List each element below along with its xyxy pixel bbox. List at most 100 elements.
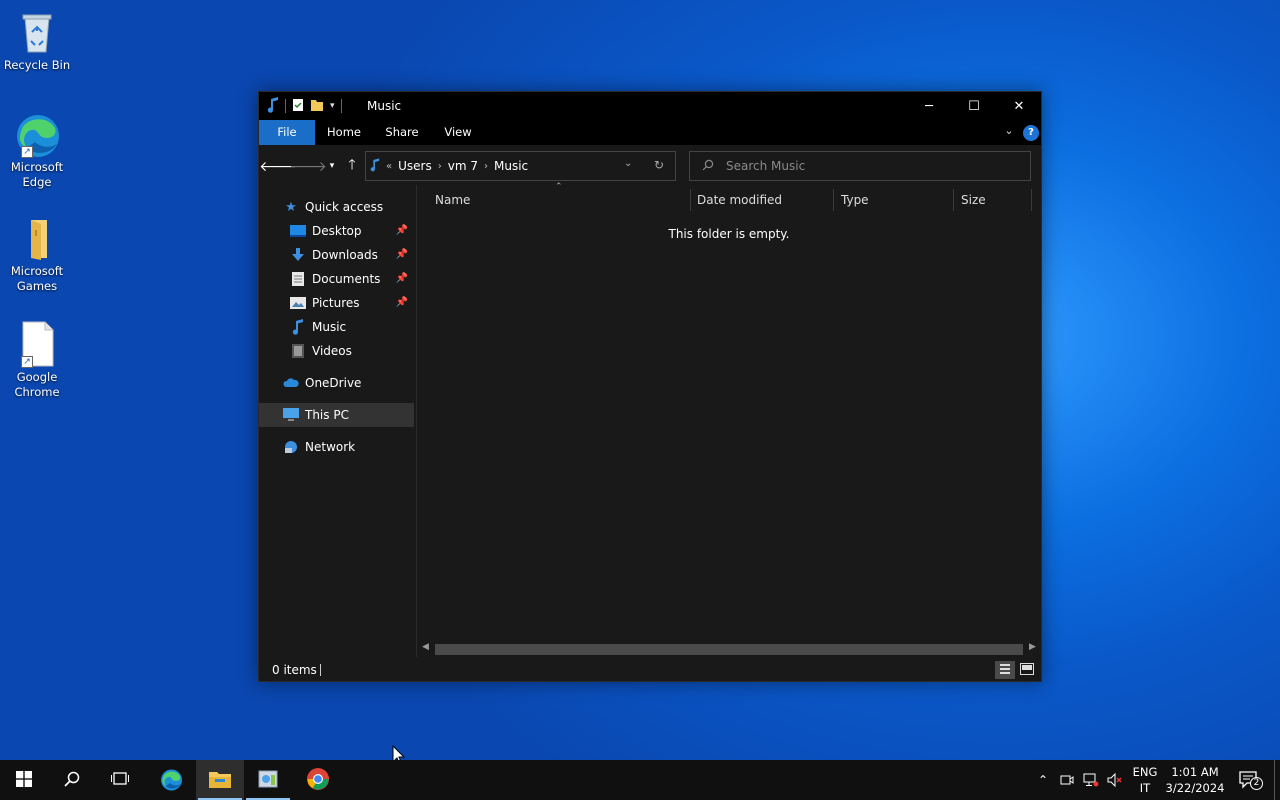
toolbar-separator bbox=[340, 99, 342, 113]
cloud-icon bbox=[283, 375, 299, 391]
pin-icon[interactable]: 📌 bbox=[396, 249, 408, 260]
clock-time: 1:01 AM bbox=[1171, 765, 1219, 779]
nav-item-network[interactable]: Network bbox=[259, 435, 414, 459]
language-indicator[interactable]: ENG IT bbox=[1130, 764, 1160, 796]
forward-button[interactable]: 🡒 bbox=[289, 155, 327, 177]
desktop-icon-recycle-bin[interactable]: Recycle Bin bbox=[2, 8, 72, 73]
refresh-icon[interactable]: ↻ bbox=[654, 158, 664, 172]
breadcrumb-vm7[interactable]: vm 7 bbox=[448, 159, 478, 173]
nav-item-videos[interactable]: Videos bbox=[259, 339, 414, 363]
details-view-button[interactable] bbox=[995, 661, 1015, 679]
system-clock[interactable]: 1:01 AM 3/22/2024 bbox=[1163, 764, 1227, 796]
toolbar-separator bbox=[285, 99, 286, 113]
edge-icon: ↗ bbox=[13, 110, 61, 158]
search-input[interactable] bbox=[726, 159, 1016, 173]
pin-icon[interactable]: 📌 bbox=[396, 273, 408, 284]
up-button[interactable]: 🡑 bbox=[341, 155, 363, 177]
desktop-icon-google-chrome[interactable]: ↗ Google Chrome bbox=[2, 320, 72, 400]
taskbar-edge-button[interactable] bbox=[147, 760, 195, 800]
recycle-bin-icon bbox=[13, 8, 61, 56]
taskbar-file-explorer-button[interactable] bbox=[196, 760, 244, 800]
nav-label: Downloads bbox=[312, 248, 378, 262]
arrow-up-icon: 🡑 bbox=[348, 157, 356, 173]
nav-item-this-pc[interactable]: This PC bbox=[259, 403, 414, 427]
help-icon[interactable]: ? bbox=[1023, 125, 1039, 141]
chrome-icon bbox=[306, 767, 330, 794]
star-icon: ★ bbox=[285, 199, 297, 215]
desktop-icon-microsoft-games[interactable]: Microsoft Games bbox=[2, 214, 72, 294]
address-history-chevron-icon[interactable]: ⌄ bbox=[624, 158, 632, 169]
action-center-button[interactable]: 2 bbox=[1237, 770, 1263, 790]
breadcrumb-music[interactable]: Music bbox=[494, 159, 528, 173]
taskbar: ⌃ ENG IT 1:01 AM 3/22/2024 2 bbox=[0, 760, 1280, 800]
download-arrow-icon bbox=[290, 247, 306, 263]
task-view-button[interactable] bbox=[96, 760, 144, 800]
nav-label: Desktop bbox=[312, 224, 362, 238]
meet-now-icon[interactable] bbox=[1057, 770, 1077, 790]
nav-item-onedrive[interactable]: OneDrive bbox=[259, 371, 414, 395]
start-button[interactable] bbox=[0, 760, 48, 800]
large-icons-view-button[interactable] bbox=[1017, 661, 1037, 679]
tab-home[interactable]: Home bbox=[321, 120, 367, 145]
nav-label: This PC bbox=[305, 408, 349, 422]
chevron-right-icon[interactable]: › bbox=[484, 161, 488, 172]
properties-icon[interactable] bbox=[292, 98, 304, 115]
close-button[interactable]: ✕ bbox=[996, 92, 1042, 120]
desktop-icon-label: Microsoft Edge bbox=[10, 160, 64, 189]
nav-item-documents[interactable]: Documents 📌 bbox=[259, 267, 414, 291]
column-divider[interactable] bbox=[1031, 189, 1032, 211]
nav-label: OneDrive bbox=[305, 376, 362, 390]
music-note-icon bbox=[290, 319, 306, 335]
pin-icon[interactable]: 📌 bbox=[396, 225, 408, 236]
scroll-right-icon[interactable]: ▶ bbox=[1029, 642, 1036, 652]
address-bar[interactable]: « Users › vm 7 › Music ⌄ ↻ bbox=[365, 151, 676, 181]
tab-file[interactable]: File bbox=[259, 120, 315, 145]
search-button[interactable] bbox=[48, 760, 96, 800]
nav-label: Pictures bbox=[312, 296, 360, 310]
nav-item-desktop[interactable]: Desktop 📌 bbox=[259, 219, 414, 243]
desktop-icon bbox=[290, 223, 306, 239]
tab-view[interactable]: View bbox=[435, 120, 481, 145]
column-header-name[interactable]: Name bbox=[427, 185, 689, 215]
title-bar[interactable]: ▾ Music ─ ☐ ✕ bbox=[259, 92, 1041, 120]
network-status-icon[interactable] bbox=[1081, 770, 1101, 790]
back-button[interactable]: 🡐 bbox=[259, 155, 297, 177]
volume-muted-icon[interactable] bbox=[1105, 770, 1125, 790]
nav-label: Videos bbox=[312, 344, 352, 358]
recent-locations-button[interactable]: ▾ bbox=[321, 155, 343, 177]
pin-icon[interactable]: 📌 bbox=[396, 297, 408, 308]
music-note-icon bbox=[370, 157, 380, 175]
shortcut-arrow-icon: ↗ bbox=[21, 356, 33, 368]
horizontal-scrollbar[interactable]: ◀ ▶ bbox=[417, 641, 1041, 658]
ribbon-tabs: File Home Share View ⌄ ? bbox=[259, 120, 1041, 145]
nav-item-music[interactable]: Music bbox=[259, 315, 414, 339]
details-view-icon bbox=[1000, 663, 1010, 678]
desktop-icon-label: Google Chrome bbox=[14, 370, 60, 399]
chevron-right-icon[interactable]: › bbox=[438, 161, 442, 172]
breadcrumb-users[interactable]: Users bbox=[398, 159, 432, 173]
nav-item-pictures[interactable]: Pictures 📌 bbox=[259, 291, 414, 315]
show-desktop-button[interactable] bbox=[1274, 760, 1275, 800]
customize-toolbar-icon[interactable]: ▾ bbox=[330, 101, 335, 111]
expand-ribbon-icon[interactable]: ⌄ bbox=[1001, 124, 1017, 140]
scrollbar-thumb[interactable] bbox=[435, 644, 1023, 655]
taskbar-chrome-button[interactable] bbox=[294, 760, 342, 800]
scroll-left-icon[interactable]: ◀ bbox=[422, 642, 429, 652]
column-header-size[interactable]: Size bbox=[953, 185, 1031, 215]
nav-label: Documents bbox=[312, 272, 381, 286]
task-view-icon bbox=[111, 771, 129, 790]
show-hidden-icons-chevron-icon[interactable]: ⌃ bbox=[1033, 770, 1053, 790]
nav-label: Music bbox=[312, 320, 347, 334]
tab-share[interactable]: Share bbox=[379, 120, 425, 145]
desktop-icon-microsoft-edge[interactable]: ↗ Microsoft Edge bbox=[2, 110, 72, 190]
column-header-date-modified[interactable]: Date modified bbox=[689, 185, 833, 215]
nav-item-downloads[interactable]: Downloads 📌 bbox=[259, 243, 414, 267]
nav-item-quick-access[interactable]: ★ Quick access bbox=[259, 195, 414, 219]
minimize-button[interactable]: ─ bbox=[906, 92, 952, 120]
new-folder-icon[interactable] bbox=[310, 98, 324, 115]
column-header-type[interactable]: Type bbox=[833, 185, 953, 215]
windows-logo-icon bbox=[16, 770, 32, 790]
breadcrumb-overflow-icon[interactable]: « bbox=[386, 161, 392, 172]
maximize-button[interactable]: ☐ bbox=[951, 92, 997, 120]
taskbar-control-panel-button[interactable] bbox=[244, 760, 292, 800]
